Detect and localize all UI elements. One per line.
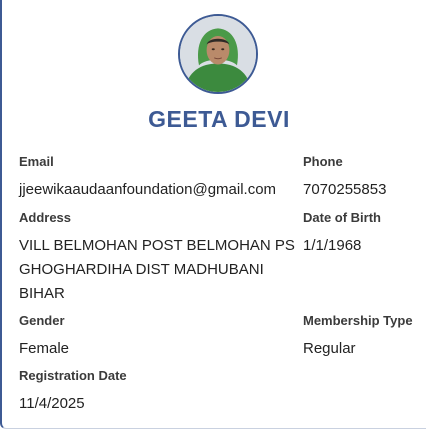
- date-of-birth-field: Date of Birth 1/1/1968: [303, 210, 423, 258]
- email-value: jjeewikaaudaanfoundation@gmail.com: [19, 181, 277, 198]
- member-name: GEETA DEVI: [148, 106, 290, 132]
- gender-value: Female: [19, 340, 70, 357]
- date-of-birth-label: Date of Birth: [303, 210, 381, 225]
- email-field: Email jjeewikaaudaanfoundation@gmail.com: [19, 154, 304, 202]
- phone-field: Phone 7070255853: [303, 154, 423, 202]
- profile-photo-icon: [180, 16, 256, 92]
- address-label: Address: [19, 210, 72, 225]
- member-profile-card: GEETA DEVI Email jjeewikaaudaanfoundatio…: [0, 0, 426, 429]
- email-label: Email: [19, 154, 54, 169]
- phone-label: Phone: [303, 154, 343, 169]
- date-of-birth-value: 1/1/1968: [303, 237, 362, 254]
- membership-type-field: Membership Type Regular: [303, 313, 425, 361]
- registration-date-value: 11/4/2025: [19, 395, 85, 412]
- phone-value: 7070255853: [303, 181, 387, 198]
- avatar: [178, 14, 258, 94]
- registration-date-label: Registration Date: [19, 368, 127, 383]
- registration-date-field: Registration Date 11/4/2025: [19, 368, 219, 416]
- membership-type-label: Membership Type: [303, 313, 413, 328]
- address-value: VILL BELMOHAN POST BELMOHAN PS GHOGHARDI…: [19, 237, 295, 302]
- membership-type-value: Regular: [303, 340, 356, 357]
- gender-field: Gender Female: [19, 313, 219, 361]
- gender-label: Gender: [19, 313, 65, 328]
- address-field: Address VILL BELMOHAN POST BELMOHAN PS G…: [19, 210, 304, 306]
